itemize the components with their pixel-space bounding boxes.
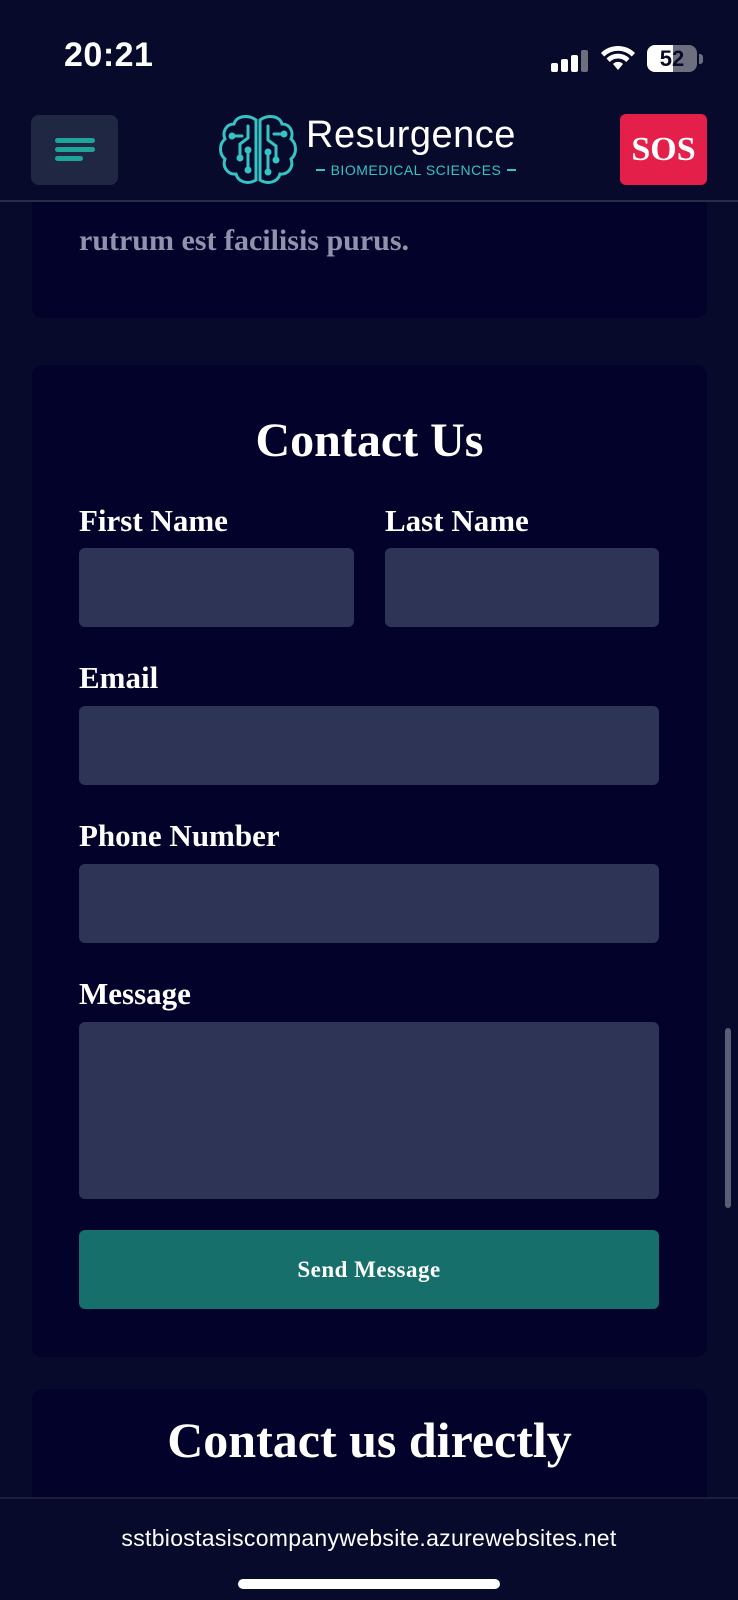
hamburger-menu-icon bbox=[55, 138, 95, 143]
signal-icon bbox=[551, 50, 589, 72]
battery-level: 52 bbox=[659, 46, 685, 71]
message-label: Message bbox=[79, 976, 191, 1011]
first-name-input[interactable] bbox=[79, 548, 354, 627]
status-time: 20:21 bbox=[64, 36, 154, 74]
brain-circuit-icon bbox=[219, 115, 297, 184]
logo-title: Resurgence bbox=[306, 114, 516, 156]
page-scrollbar[interactable] bbox=[725, 1028, 731, 1208]
send-message-button[interactable]: Send Message bbox=[79, 1230, 659, 1309]
previous-section-text: rutrum est facilisis purus. bbox=[79, 224, 409, 257]
email-input[interactable] bbox=[79, 706, 659, 785]
first-name-label: First Name bbox=[79, 503, 228, 538]
page: 20:21 52 rutrum est facilisis purus. Res… bbox=[0, 0, 738, 1600]
contact-directly-title: Contact us directly bbox=[167, 1412, 572, 1468]
battery-tip bbox=[699, 54, 703, 64]
logo[interactable]: Resurgence BIOMEDICAL SCIENCES bbox=[218, 112, 523, 190]
last-name-input[interactable] bbox=[385, 548, 659, 627]
sos-button[interactable]: SOS bbox=[620, 114, 707, 185]
menu-button[interactable] bbox=[31, 115, 118, 185]
email-label: Email bbox=[79, 660, 159, 695]
wifi-icon bbox=[601, 45, 635, 70]
site-header: Resurgence BIOMEDICAL SCIENCES SOS bbox=[0, 110, 738, 202]
last-name-label: Last Name bbox=[385, 503, 529, 538]
phone-number-label: Phone Number bbox=[79, 818, 280, 853]
phone-number-input[interactable] bbox=[79, 864, 659, 943]
url-text: sstbiostasiscompanywebsite.azurewebsites… bbox=[121, 1525, 617, 1551]
status-bar: 20:21 52 bbox=[0, 0, 738, 110]
home-indicator[interactable] bbox=[238, 1579, 500, 1589]
contact-form-card: Contact Us First Name Last Name Email Ph… bbox=[32, 365, 707, 1357]
logo-subtitle: BIOMEDICAL SCIENCES bbox=[316, 162, 516, 178]
battery-icon: 52 bbox=[647, 45, 697, 72]
message-textarea[interactable] bbox=[79, 1022, 659, 1199]
contact-title: Contact Us bbox=[255, 414, 484, 467]
browser-url-bar[interactable]: sstbiostasiscompanywebsite.azurewebsites… bbox=[0, 1497, 738, 1600]
